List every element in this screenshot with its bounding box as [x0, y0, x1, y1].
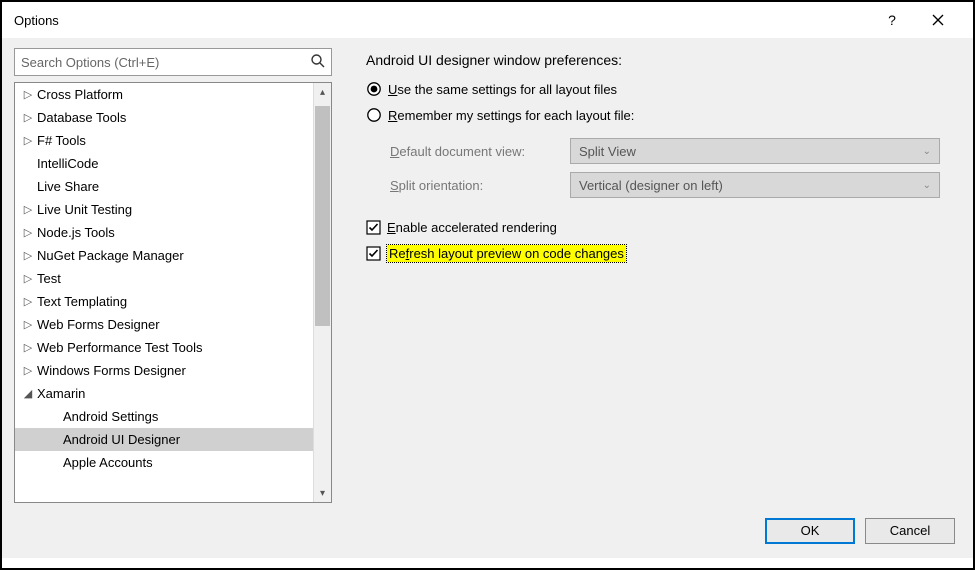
- collapsed-icon[interactable]: ▷: [21, 249, 35, 262]
- collapsed-icon[interactable]: ▷: [21, 272, 35, 285]
- tree-item-label: IntelliCode: [35, 156, 98, 171]
- close-button[interactable]: [915, 5, 961, 35]
- split-orientation-label: Split orientation:: [390, 178, 570, 193]
- tree-item-label: Android Settings: [61, 409, 158, 424]
- tree-item[interactable]: ▷Windows Forms Designer: [15, 359, 313, 382]
- tree-item-label: Node.js Tools: [35, 225, 115, 240]
- tree-item-label: Apple Accounts: [61, 455, 153, 470]
- tree-item[interactable]: ▷F# Tools: [15, 129, 313, 152]
- collapsed-icon[interactable]: ▷: [21, 88, 35, 101]
- radio-use-same-settings[interactable]: Use the same settings for all layout fil…: [366, 76, 949, 102]
- checkbox-refresh-layout-preview[interactable]: Refresh layout preview on code changes: [366, 240, 949, 266]
- tree-item-label: Xamarin: [35, 386, 85, 401]
- split-orientation-value: Vertical (designer on left): [579, 178, 723, 193]
- tree-item[interactable]: Live Share: [15, 175, 313, 198]
- tree-item-label: NuGet Package Manager: [35, 248, 184, 263]
- split-orientation-row: Split orientation: Vertical (designer on…: [390, 168, 949, 202]
- ok-button[interactable]: OK: [765, 518, 855, 544]
- dialog-footer: OK Cancel: [2, 503, 973, 558]
- scroll-up-button[interactable]: ▴: [314, 83, 331, 101]
- scroll-down-button[interactable]: ▾: [314, 484, 331, 502]
- checkbox-enable-accelerated-rendering[interactable]: Enable accelerated rendering: [366, 214, 949, 240]
- split-orientation-dropdown[interactable]: Vertical (designer on left) ⌄: [570, 172, 940, 198]
- checkbox-refresh-layout-preview-label: Refresh layout preview on code changes: [387, 245, 626, 262]
- checkbox-checked-icon: [366, 246, 381, 261]
- tree-item[interactable]: Android UI Designer: [15, 428, 313, 451]
- detail-pane: Android UI designer window preferences: …: [332, 48, 961, 503]
- collapsed-icon[interactable]: ▷: [21, 341, 35, 354]
- tree-item[interactable]: ▷Live Unit Testing: [15, 198, 313, 221]
- tree-item[interactable]: Apple Accounts: [15, 451, 313, 474]
- detail-heading: Android UI designer window preferences:: [366, 52, 949, 68]
- default-document-view-label: Default document view:: [390, 144, 570, 159]
- search-wrap: [14, 48, 332, 76]
- content-area: ▷Cross Platform▷Database Tools▷F# ToolsI…: [2, 38, 973, 503]
- collapsed-icon[interactable]: ▷: [21, 318, 35, 331]
- tree-item-label: Live Share: [35, 179, 99, 194]
- tree-item[interactable]: ▷NuGet Package Manager: [15, 244, 313, 267]
- chevron-down-icon: ⌄: [923, 180, 931, 191]
- tree-item[interactable]: ▷Database Tools: [15, 106, 313, 129]
- window-title: Options: [14, 13, 869, 28]
- tree-item-label: F# Tools: [35, 133, 86, 148]
- collapsed-icon[interactable]: ▷: [21, 295, 35, 308]
- collapsed-icon[interactable]: ▷: [21, 364, 35, 377]
- tree-item-label: Android UI Designer: [61, 432, 180, 447]
- radio-remember-per-file-label: Remember my settings for each layout fil…: [388, 108, 634, 123]
- collapsed-icon[interactable]: ▷: [21, 111, 35, 124]
- tree-item[interactable]: IntelliCode: [15, 152, 313, 175]
- collapsed-icon[interactable]: ▷: [21, 203, 35, 216]
- chevron-down-icon: ⌄: [923, 146, 931, 157]
- tree-item[interactable]: ▷Node.js Tools: [15, 221, 313, 244]
- tree-item[interactable]: ▷Web Performance Test Tools: [15, 336, 313, 359]
- search-icon[interactable]: [310, 53, 326, 72]
- radio-unselected-icon: [366, 107, 382, 123]
- checkbox-checked-icon: [366, 220, 381, 235]
- tree-item[interactable]: Android Settings: [15, 405, 313, 428]
- collapsed-icon[interactable]: ▷: [21, 226, 35, 239]
- tree-item-label: Test: [35, 271, 61, 286]
- tree-item[interactable]: ▷Web Forms Designer: [15, 313, 313, 336]
- tree-item-label: Text Templating: [35, 294, 127, 309]
- tree-item-label: Web Performance Test Tools: [35, 340, 202, 355]
- tree-item[interactable]: ▷Text Templating: [15, 290, 313, 313]
- titlebar: Options ?: [2, 2, 973, 38]
- default-document-view-row: Default document view: Split View ⌄: [390, 134, 949, 168]
- expanded-icon[interactable]: ◢: [21, 387, 35, 400]
- tree-item[interactable]: ◢Xamarin: [15, 382, 313, 405]
- collapsed-icon[interactable]: ▷: [21, 134, 35, 147]
- default-document-view-dropdown[interactable]: Split View ⌄: [570, 138, 940, 164]
- radio-selected-icon: [366, 81, 382, 97]
- help-button[interactable]: ?: [869, 5, 915, 35]
- tree-item-label: Live Unit Testing: [35, 202, 132, 217]
- scroll-track[interactable]: [314, 101, 331, 484]
- scroll-thumb[interactable]: [315, 106, 330, 326]
- tree-item[interactable]: ▷Test: [15, 267, 313, 290]
- tree-item-label: Database Tools: [35, 110, 126, 125]
- default-document-view-value: Split View: [579, 144, 636, 159]
- options-tree: ▷Cross Platform▷Database Tools▷F# ToolsI…: [14, 82, 332, 503]
- radio-use-same-settings-label: Use the same settings for all layout fil…: [388, 82, 617, 97]
- per-file-subform: Default document view: Split View ⌄ Spli…: [390, 134, 949, 202]
- cancel-button[interactable]: Cancel: [865, 518, 955, 544]
- search-input[interactable]: [14, 48, 332, 76]
- tree-scroll-area: ▷Cross Platform▷Database Tools▷F# ToolsI…: [15, 83, 313, 502]
- left-pane: ▷Cross Platform▷Database Tools▷F# ToolsI…: [14, 48, 332, 503]
- close-icon: [932, 14, 944, 26]
- tree-item[interactable]: ▷Cross Platform: [15, 83, 313, 106]
- tree-scrollbar[interactable]: ▴ ▾: [313, 83, 331, 502]
- tree-item-label: Windows Forms Designer: [35, 363, 186, 378]
- tree-item-label: Cross Platform: [35, 87, 123, 102]
- radio-remember-per-file[interactable]: Remember my settings for each layout fil…: [366, 102, 949, 128]
- checkbox-enable-accelerated-rendering-label: Enable accelerated rendering: [387, 220, 557, 235]
- tree-item-label: Web Forms Designer: [35, 317, 160, 332]
